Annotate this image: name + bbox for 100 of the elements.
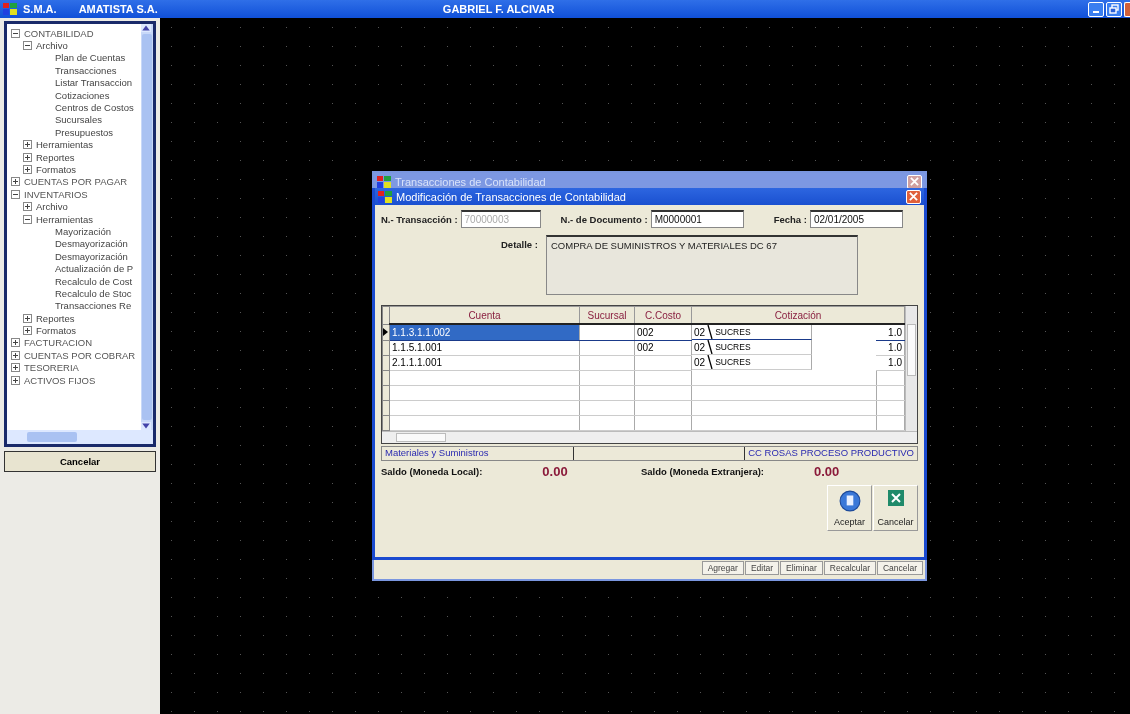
expander-icon[interactable] — [23, 152, 32, 162]
tree-item[interactable]: Recalculo de Cost — [55, 275, 133, 287]
table-cell[interactable]: 2.1.1.1.001 — [392, 357, 443, 368]
close-icon — [887, 489, 904, 506]
scrollbar[interactable] — [141, 24, 153, 430]
scrollbar[interactable] — [905, 306, 917, 431]
table-cell[interactable]: 002 — [637, 342, 654, 353]
table-cell[interactable]: SUCRES — [715, 357, 751, 367]
status-text: CC ROSAS PROCESO PRODUCTIVO — [744, 446, 917, 460]
expander-icon[interactable] — [23, 165, 32, 174]
expander-icon[interactable] — [11, 350, 20, 360]
column-header[interactable]: Sucursal — [579, 306, 635, 324]
toolbar-button[interactable]: Agregar — [701, 561, 744, 575]
tree-item[interactable]: Reportes — [36, 312, 75, 324]
restore-icon — [1109, 4, 1119, 14]
field-label: N.- Transacción : — [381, 213, 458, 225]
toolbar-button[interactable]: Recalcular — [823, 561, 876, 575]
balance-label: Saldo (Moneda Extranjera): — [641, 465, 764, 477]
tree-item[interactable]: Transacciones Re — [55, 300, 132, 312]
accept-button[interactable]: Aceptar — [827, 484, 872, 531]
app-icon — [3, 3, 17, 15]
scroll-down-icon[interactable] — [141, 422, 151, 430]
table-cell[interactable]: 1.0 — [888, 357, 902, 368]
expander-icon[interactable] — [11, 338, 20, 348]
status-text: Materiales y Suministros — [382, 446, 574, 460]
expander-icon[interactable] — [11, 375, 20, 385]
expander-icon[interactable] — [23, 313, 32, 323]
field-label: N.- de Documento : — [560, 213, 648, 225]
detail-field[interactable]: COMPRA DE SUMINISTROS Y MATERIALES DC 67 — [545, 235, 858, 295]
tree-item[interactable]: Sucursales — [55, 114, 102, 126]
tree-item[interactable]: Listar Transaccion — [55, 77, 133, 89]
tree-item[interactable]: Plan de Cuentas — [55, 52, 126, 64]
tree-item[interactable]: CUENTAS POR PAGAR — [24, 176, 128, 188]
tree-item[interactable]: Actualización de P — [55, 263, 134, 275]
tree-item[interactable]: ACTIVOS FIJOS — [24, 374, 96, 386]
close-button[interactable] — [906, 189, 921, 204]
table-cell[interactable]: 1.0 — [888, 326, 902, 338]
tree-item[interactable]: INVENTARIOS — [24, 188, 88, 200]
expander-icon[interactable] — [23, 41, 32, 51]
balance-value: 0.00 — [814, 463, 840, 479]
table-cell[interactable]: 002 — [637, 326, 654, 338]
table-cell[interactable]: 1.1.5.1.001 — [392, 342, 443, 353]
tree-item[interactable]: Cotizaciones — [55, 89, 110, 101]
column-header[interactable]: C.Costo — [634, 306, 692, 324]
expander-icon[interactable] — [11, 177, 20, 187]
cancel-button[interactable]: Cancelar — [4, 451, 156, 472]
table-cell[interactable]: 1.0 — [888, 342, 902, 353]
text-field[interactable]: M0000001 — [650, 210, 744, 228]
scrollbar[interactable] — [7, 430, 153, 444]
tree-item[interactable]: Herramientas — [36, 139, 94, 151]
tree-item[interactable]: Reportes — [36, 151, 75, 163]
tree-item[interactable]: Archivo — [36, 201, 68, 213]
field-label: Fecha : — [773, 213, 807, 225]
tree-item[interactable]: Mayorización — [55, 225, 111, 237]
tree-item[interactable]: Formatos — [36, 325, 77, 337]
window-icon — [378, 190, 392, 203]
column-header[interactable]: Cuenta — [389, 306, 580, 324]
close-button[interactable] — [1124, 1, 1130, 17]
user-name: GABRIEL F. ALCIVAR — [442, 3, 555, 15]
tree-item[interactable]: CUENTAS POR COBRAR — [24, 349, 136, 361]
toolbar-button[interactable]: Eliminar — [780, 561, 823, 575]
tree-item[interactable]: Centros de Costos — [55, 102, 134, 114]
expander-icon[interactable] — [11, 189, 20, 199]
tree-item[interactable]: FACTURACION — [24, 337, 93, 349]
tree-item[interactable]: Desmayorización — [55, 250, 128, 262]
expander-icon[interactable] — [23, 140, 32, 150]
field-label: Detalle : — [501, 239, 538, 250]
window-title: Transacciones de Contabilidad — [395, 175, 547, 188]
expander-icon[interactable] — [11, 363, 20, 373]
table-cell[interactable]: 02 — [694, 356, 706, 368]
system-name: S.M.A. — [23, 3, 57, 15]
tree-item[interactable]: Archivo — [36, 40, 68, 52]
tree-item[interactable]: CONTABILIDAD — [24, 27, 94, 39]
tree-item[interactable]: Desmayorización — [55, 238, 128, 250]
tree-item[interactable]: Recalculo de Stoc — [55, 287, 132, 299]
table-cell[interactable]: 02 — [694, 326, 706, 338]
table-cell[interactable]: SUCRES — [715, 327, 751, 337]
balance-label: Saldo (Moneda Local): — [381, 465, 483, 477]
tree-item[interactable]: Presupuestos — [55, 126, 114, 138]
toolbar-button[interactable]: Editar — [744, 561, 780, 575]
tree-item[interactable]: TESORERIA — [24, 362, 79, 374]
balance-value: 0.00 — [542, 463, 568, 479]
column-header[interactable]: Cotización — [691, 306, 905, 324]
minimize-icon — [1093, 11, 1099, 13]
toolbar-button[interactable]: Cancelar — [876, 561, 923, 575]
expander-icon[interactable] — [23, 326, 32, 336]
minimize-button[interactable] — [1088, 1, 1104, 17]
window-title: Modificación de Transacciones de Contabilidad — [396, 190, 627, 203]
cancel-button[interactable]: Cancelar — [873, 484, 918, 531]
tree-item[interactable]: Herramientas — [36, 213, 94, 225]
table-cell[interactable]: SUCRES — [715, 342, 751, 352]
tree-item[interactable]: Formatos — [36, 164, 77, 175]
restore-button[interactable] — [1106, 1, 1122, 17]
tree-item[interactable]: Transacciones — [55, 64, 117, 76]
expander-icon[interactable] — [23, 202, 32, 212]
expander-icon[interactable] — [11, 28, 20, 38]
expander-icon[interactable] — [23, 214, 32, 224]
table-cell[interactable]: 02 — [694, 341, 706, 353]
text-field[interactable]: 02/01/2005 — [809, 210, 903, 228]
scroll-up-icon[interactable] — [141, 24, 151, 32]
